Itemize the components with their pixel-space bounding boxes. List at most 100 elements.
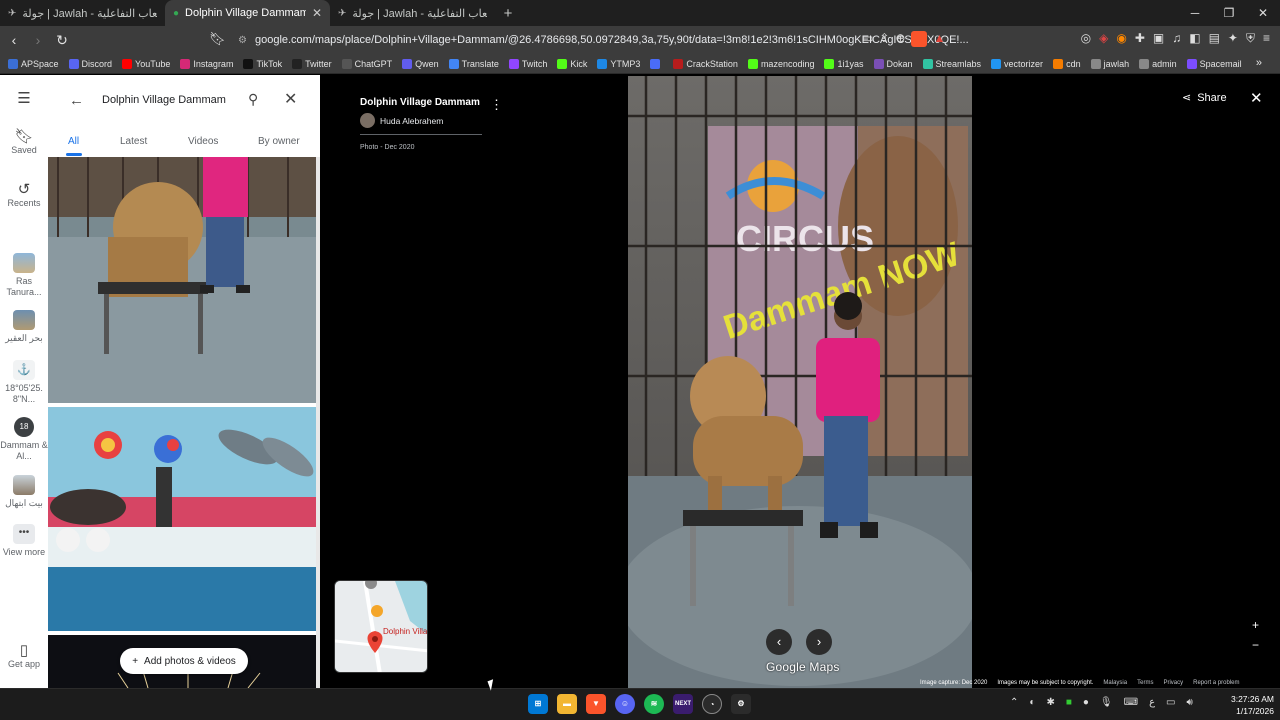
bookmark-item[interactable]: Dokan [873,58,913,69]
tab-latest[interactable]: Latest [120,136,147,147]
tray-app-icon[interactable]: ◐ [1029,697,1035,708]
vpn-icon[interactable]: ⛨ [1246,31,1255,46]
share-page-icon[interactable]: ⇪ [879,31,889,47]
rail-view-more[interactable]: ••• View more [0,524,48,558]
settings-gear-icon[interactable]: ⚙ [731,694,751,714]
zoom-in-icon[interactable]: + [1252,615,1259,635]
bookmark-item[interactable]: Translate [448,58,499,69]
main-photo[interactable]: CIRCUS Dammam NOW [628,76,972,688]
rail-recents[interactable]: ↺ Recents [0,182,48,209]
bookmark-item[interactable]: vectorizer [991,58,1043,69]
share-button[interactable]: ⋖ Share [1182,91,1227,105]
add-photos-button[interactable]: + Add photos & videos [120,648,248,674]
browser-tab-maps[interactable]: ● Dolphin Village Dammam - Goo ✕ [165,0,330,26]
new-tab-button[interactable]: + [495,5,521,22]
puzzle-extensions-icon[interactable]: ✚ [1135,31,1145,46]
bookmark-item[interactable]: Spacemail [1186,58,1242,69]
speedtest-icon[interactable]: ◔ [702,694,722,714]
rail-recent-place[interactable]: Ras Tanura... [0,253,48,298]
bookmark-item[interactable]: mazencoding [747,58,814,69]
back-arrow-icon[interactable]: ← [69,92,84,109]
microphone-icon[interactable]: 🎙︎ [1100,697,1113,708]
brave-shields-icon[interactable] [911,31,928,47]
search-input[interactable]: Dolphin Village Dammam [102,94,226,106]
wallet-icon[interactable]: ▤ [1209,31,1220,46]
bookmark-item[interactable]: APSpace [8,58,59,69]
bookmark-item[interactable] [650,58,663,69]
tab-by-owner[interactable]: By owner [258,136,300,147]
bookmark-item[interactable]: Discord [68,58,112,69]
media-icon[interactable]: ♫ [1172,31,1181,46]
cast-icon[interactable]: ▭ [862,31,873,47]
gallery-photo-lion[interactable] [48,157,316,403]
report-problem-link[interactable]: Report a problem [1193,680,1239,686]
sidebar-icon[interactable]: ◧ [1189,31,1200,46]
extension-icon[interactable]: ◉ [1116,31,1126,46]
taskbar-clock[interactable]: 3:27:26 AM 1/17/2026 [1222,693,1274,717]
restore-icon[interactable]: ❐ [1212,0,1246,26]
clear-search-icon[interactable]: ✕ [284,89,297,109]
more-options-icon[interactable]: ⋮ [490,97,503,113]
bookmark-item[interactable]: Streamlabs [922,58,981,69]
spotify-icon[interactable]: ≋ [644,694,664,714]
reload-icon[interactable]: ↻ [52,32,72,49]
rail-recent-place[interactable]: بيت ابتهال [0,475,48,509]
photo-author[interactable]: Huda Alebrahem [360,113,482,128]
bookmark-item[interactable]: YouTube [122,58,170,69]
extension-icon[interactable]: ◈ [1099,31,1108,46]
keyboard-icon[interactable]: ⌨ [1124,697,1138,708]
bookmark-item[interactable]: YTMP3 [597,58,640,69]
privacy-link[interactable]: Privacy [1163,680,1183,686]
bookmark-item[interactable]: Twitter [292,58,332,69]
previous-photo-button[interactable]: ‹ [766,629,792,655]
rail-recent-place[interactable]: بحر العقير [0,310,48,344]
tray-overflow-icon[interactable]: ⌃ [1010,697,1018,708]
leo-ai-icon[interactable]: ✦ [1228,31,1238,46]
bookmark-item[interactable]: TikTok [243,58,282,69]
close-viewer-icon[interactable]: ✕ [1250,89,1263,107]
gallery-photo-dolphins[interactable] [48,407,316,631]
input-language[interactable]: ع [1149,697,1155,708]
browser-tab-jawlah-1[interactable]: ✈ جولة | Jawlah - منصة الألعاب التفاعلية [0,0,165,26]
windows-start-icon[interactable]: ⊞ [528,694,548,714]
tray-app-icon[interactable]: ✱ [1046,697,1054,708]
bookmark-item[interactable]: Qwen [402,58,439,69]
bookmark-item[interactable]: Twitch [508,58,547,69]
bookmark-item[interactable]: Instagram [180,58,233,69]
extension-icon[interactable]: ◎ [1081,31,1091,46]
bookmark-item[interactable]: Kick [557,58,587,69]
bookmark-item[interactable]: CrackStation [673,58,738,69]
file-explorer-icon[interactable]: ▬ [557,694,577,714]
rail-saved[interactable]: 🔖︎ Saved [0,129,48,156]
tray-app-icon[interactable]: ■ [1066,697,1072,708]
tab-all[interactable]: All [68,136,79,147]
zoom-out-icon[interactable]: − [1252,635,1259,655]
menu-icon[interactable]: ≡ [1263,31,1270,46]
rail-recent-place[interactable]: 18 Dammam & Al... [0,417,48,462]
region-link[interactable]: Malaysia [1103,680,1127,686]
next-app-icon[interactable]: NEXT [673,694,693,714]
next-photo-button[interactable]: › [806,629,832,655]
search-icon[interactable]: ⚲ [248,91,258,108]
minimize-icon[interactable]: ─ [1178,0,1212,26]
bookmark-item[interactable]: admin [1139,58,1177,69]
zoom-page-icon[interactable]: ⊕ [895,31,905,47]
tab-videos[interactable]: Videos [188,136,218,147]
maps-menu-button[interactable]: ☰ [0,91,48,107]
brave-rewards-icon[interactable]: ▲ [933,31,945,47]
browser-tab-jawlah-2[interactable]: ✈ جولة | Jawlah - منصة الألعاب التفاعلية [330,0,495,26]
extension-icon[interactable]: ▣ [1153,31,1164,46]
discord-icon[interactable]: ☺ [615,694,635,714]
bookmark-item[interactable]: cdn [1053,58,1081,69]
forward-icon[interactable]: › [28,32,48,48]
bookmark-item[interactable]: jawlah [1090,58,1129,69]
bookmark-item[interactable]: 1i1yas [824,58,864,69]
minimap[interactable]: Dolphin Village Dammam [334,580,428,673]
more-bookmarks-icon[interactable]: » [1256,57,1262,69]
place-title[interactable]: Dolphin Village Dammam [360,97,482,108]
display-icon[interactable]: ▭ [1166,697,1175,708]
site-info-icon[interactable]: ⚙ [238,35,247,46]
rail-recent-place[interactable]: ⚓ 18°05'25. 8"N... [0,360,48,405]
bookmark-page-icon[interactable]: 🔖︎ [209,31,226,47]
close-tab-icon[interactable]: ✕ [312,6,322,20]
